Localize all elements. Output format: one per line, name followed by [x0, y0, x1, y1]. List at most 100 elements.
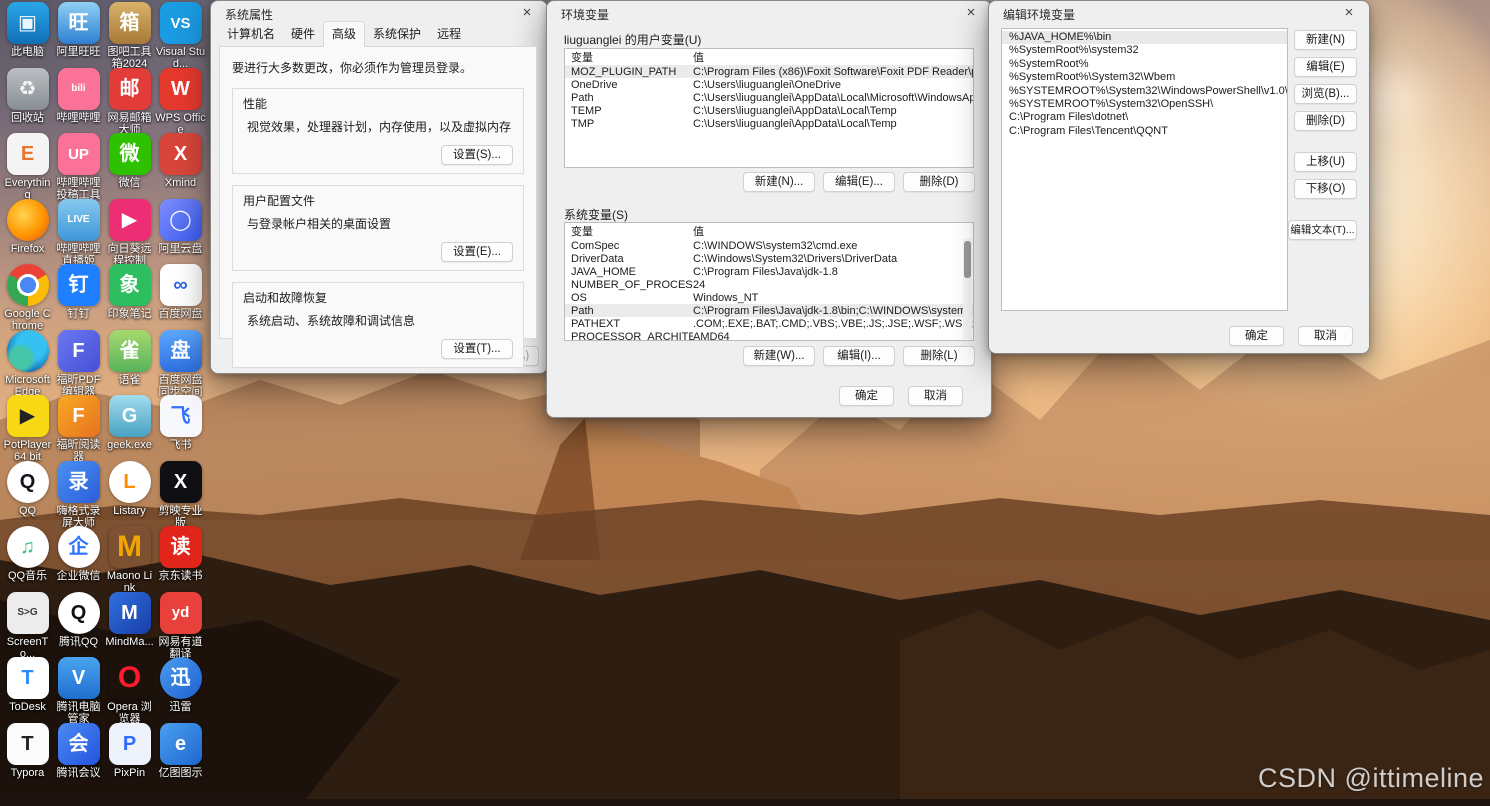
tab-系统保护[interactable]: 系统保护: [365, 22, 429, 46]
desktop-icon[interactable]: 企企业微信: [53, 526, 104, 592]
env-var-row[interactable]: TEMPC:\Users\liuguanglei\AppData\Local\T…: [565, 104, 973, 117]
edit-text-button[interactable]: 编辑文本(T)...: [1288, 220, 1357, 240]
path-entry[interactable]: %SystemRoot%\System32\Wbem: [1002, 71, 1287, 84]
desktop-icon[interactable]: 飞飞书: [155, 395, 206, 461]
desktop-icon[interactable]: 钉钉钉: [53, 264, 104, 330]
path-entries-list[interactable]: %JAVA_HOME%\bin%SystemRoot%\system32%Sys…: [1001, 28, 1288, 311]
desktop-icon[interactable]: TTypora: [2, 723, 53, 789]
cancel-button[interactable]: 取消: [1298, 326, 1353, 346]
desktop-icon[interactable]: V腾讯电脑管家: [53, 657, 104, 723]
desktop-icon[interactable]: WWPS Office: [155, 68, 206, 134]
desktop-icon[interactable]: VSVisual Stud...: [155, 2, 206, 68]
desktop-icon[interactable]: ▶向日葵远程控制: [104, 199, 155, 265]
env-var-row[interactable]: OSWindows_NT: [565, 291, 973, 304]
delete-button[interactable]: 删除(D): [1294, 111, 1357, 131]
desktop-icon[interactable]: ♫QQ音乐: [2, 526, 53, 592]
tab-计算机名[interactable]: 计算机名: [219, 22, 283, 46]
desktop-icon[interactable]: 雀语雀: [104, 330, 155, 396]
desktop-icon[interactable]: 旺阿里旺旺: [53, 2, 104, 68]
desktop-icon[interactable]: ◯阿里云盘: [155, 199, 206, 265]
env-var-row[interactable]: OneDriveC:\Users\liuguanglei\OneDrive: [565, 78, 973, 91]
desktop-icon[interactable]: 会腾讯会议: [53, 723, 104, 789]
ok-button[interactable]: 确定: [839, 386, 894, 406]
system-var-action-button[interactable]: 新建(W)...: [743, 346, 815, 366]
desktop-icon[interactable]: ▣此电脑: [2, 2, 53, 68]
close-icon[interactable]: ×: [517, 3, 537, 23]
browse-button[interactable]: 浏览(B)...: [1294, 84, 1357, 104]
desktop-icon[interactable]: EEverything: [2, 133, 53, 199]
new-button[interactable]: 新建(N): [1294, 30, 1357, 50]
settings-button[interactable]: 设置(S)...: [441, 145, 513, 165]
env-var-row[interactable]: PATHEXT.COM;.EXE;.BAT;.CMD;.VBS;.VBE;.JS…: [565, 317, 973, 330]
desktop-icon[interactable]: OOpera 浏览器: [104, 657, 155, 723]
path-entry[interactable]: %SYSTEMROOT%\System32\OpenSSH\: [1002, 98, 1287, 111]
env-var-row[interactable]: ComSpecC:\WINDOWS\system32\cmd.exe: [565, 239, 973, 252]
system-var-action-button[interactable]: 删除(L): [903, 346, 975, 366]
desktop-icon[interactable]: X剪映专业版: [155, 461, 206, 527]
system-var-action-button[interactable]: 编辑(I)...: [823, 346, 895, 366]
desktop-icon[interactable]: ▶PotPlayer 64 bit: [2, 395, 53, 461]
env-var-row[interactable]: TMPC:\Users\liuguanglei\AppData\Local\Te…: [565, 117, 973, 130]
desktop-icon[interactable]: QQQ: [2, 461, 53, 527]
desktop-icon[interactable]: Microsoft Edge: [2, 330, 53, 396]
env-var-row[interactable]: DriverDataC:\Windows\System32\Drivers\Dr…: [565, 252, 973, 265]
desktop-icon[interactable]: bili哔哩哔哩: [53, 68, 104, 134]
desktop-icon[interactable]: 迅迅雷: [155, 657, 206, 723]
path-entry[interactable]: C:\Program Files\dotnet\: [1002, 111, 1287, 124]
settings-button[interactable]: 设置(E)...: [441, 242, 513, 262]
ok-button[interactable]: 确定: [1229, 326, 1284, 346]
tab-高级[interactable]: 高级: [323, 21, 365, 47]
path-entry[interactable]: %JAVA_HOME%\bin: [1002, 31, 1287, 44]
desktop-icon[interactable]: XXmind: [155, 133, 206, 199]
user-var-action-button[interactable]: 新建(N)...: [743, 172, 815, 192]
desktop-icon[interactable]: MMaono Link: [104, 526, 155, 592]
desktop-icon[interactable]: ∞百度网盘: [155, 264, 206, 330]
path-entry[interactable]: %SYSTEMROOT%\System32\WindowsPowerShell\…: [1002, 85, 1287, 98]
user-variables-table[interactable]: 变量 值 MOZ_PLUGIN_PATHC:\Program Files (x8…: [564, 48, 974, 168]
env-var-row[interactable]: NUMBER_OF_PROCESSORS24: [565, 278, 973, 291]
path-entry[interactable]: C:\Program Files\Tencent\QQNT: [1002, 125, 1287, 138]
desktop-icon[interactable]: 盘百度网盘同步空间: [155, 330, 206, 396]
desktop-icon[interactable]: F福昕PDF编辑器: [53, 330, 104, 396]
path-entry[interactable]: %SystemRoot%: [1002, 58, 1287, 71]
desktop-icon[interactable]: UP哔哩哔哩投稿工具: [53, 133, 104, 199]
desktop-icon[interactable]: TToDesk: [2, 657, 53, 723]
desktop-icon[interactable]: Ggeek.exe: [104, 395, 155, 461]
desktop-icon[interactable]: 微微信: [104, 133, 155, 199]
desktop-icon[interactable]: PPixPin: [104, 723, 155, 789]
tab-硬件[interactable]: 硬件: [283, 22, 323, 46]
settings-button[interactable]: 设置(T)...: [441, 339, 513, 359]
desktop-icon[interactable]: 录嗨格式录屏大师: [53, 461, 104, 527]
cancel-button[interactable]: 取消: [908, 386, 963, 406]
desktop-icon[interactable]: S>GScreenTo...: [2, 592, 53, 658]
user-var-action-button[interactable]: 编辑(E)...: [823, 172, 895, 192]
system-variables-table[interactable]: 变量 值 ComSpecC:\WINDOWS\system32\cmd.exeD…: [564, 222, 974, 341]
desktop-icon[interactable]: Google Chrome: [2, 264, 53, 330]
scrollbar-thumb[interactable]: [964, 241, 971, 278]
move-down-button[interactable]: 下移(O): [1294, 179, 1357, 199]
user-var-action-button[interactable]: 删除(D): [903, 172, 975, 192]
desktop-icon[interactable]: F福昕阅读器: [53, 395, 104, 461]
move-up-button[interactable]: 上移(U): [1294, 152, 1357, 172]
close-icon[interactable]: ×: [1339, 3, 1359, 23]
desktop-icon[interactable]: LIVE哔哩哔哩直播姬: [53, 199, 104, 265]
desktop-icon[interactable]: 读京东读书: [155, 526, 206, 592]
tab-远程[interactable]: 远程: [429, 22, 469, 46]
edit-button[interactable]: 编辑(E): [1294, 57, 1357, 77]
env-var-row[interactable]: PathC:\Users\liuguanglei\AppData\Local\M…: [565, 91, 973, 104]
desktop-icon[interactable]: yd网易有道翻译: [155, 592, 206, 658]
env-var-row[interactable]: PROCESSOR_ARCHITECTUREAMD64: [565, 330, 973, 341]
desktop-icon[interactable]: ♻回收站: [2, 68, 53, 134]
env-var-row[interactable]: PathC:\Program Files\Java\jdk-1.8\bin;C:…: [565, 304, 973, 317]
desktop-icon[interactable]: Firefox: [2, 199, 53, 265]
desktop-icon[interactable]: 邮网易邮箱大师: [104, 68, 155, 134]
desktop-icon[interactable]: MMindMa...: [104, 592, 155, 658]
desktop-icon[interactable]: e亿图图示: [155, 723, 206, 789]
env-var-row[interactable]: JAVA_HOMEC:\Program Files\Java\jdk-1.8: [565, 265, 973, 278]
env-var-row[interactable]: MOZ_PLUGIN_PATHC:\Program Files (x86)\Fo…: [565, 65, 973, 78]
desktop-icon[interactable]: Q腾讯QQ: [53, 592, 104, 658]
close-icon[interactable]: ×: [961, 3, 981, 23]
scrollbar[interactable]: [963, 239, 972, 339]
path-entry[interactable]: %SystemRoot%\system32: [1002, 44, 1287, 57]
desktop-icon[interactable]: LListary: [104, 461, 155, 527]
